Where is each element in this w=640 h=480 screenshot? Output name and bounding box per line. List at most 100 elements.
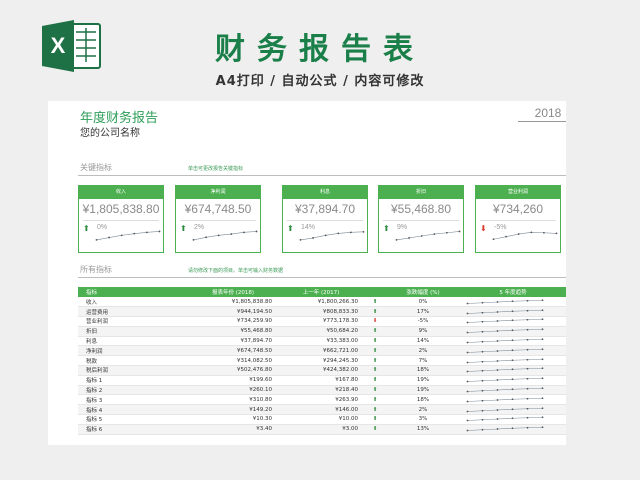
metric-name[interactable]: 折旧: [78, 326, 188, 337]
table-row[interactable]: 净利润 ¥674,748.50 ¥662,721.00 ⬆ 2%: [78, 345, 566, 357]
kpi-card[interactable]: 收入 ¥1,805,838.80 ⬆ 0%: [78, 185, 164, 253]
metric-name[interactable]: 指标 5: [78, 414, 188, 425]
previous-value[interactable]: ¥146.00: [278, 404, 364, 416]
table-row[interactable]: 指标 1 ¥199.60 ¥167.80 ⬆ 19%: [78, 375, 566, 386]
kpi-value: ¥734,260: [492, 202, 544, 216]
table-row[interactable]: 收入 ¥1,805,838.80 ¥1,800,266.30 ⬆ 0%: [78, 297, 566, 308]
current-value[interactable]: ¥502,476.80: [188, 365, 278, 376]
previous-value[interactable]: ¥808,833.30: [278, 306, 364, 318]
table-row[interactable]: 指标 4 ¥149.20 ¥146.00 ⬆ 2%: [78, 404, 566, 416]
sparkline-point: [496, 389, 499, 391]
table-row[interactable]: 指标 3 ¥310.80 ¥263.90 ⬆ 18%: [78, 394, 566, 406]
col-header-metric[interactable]: 指标: [78, 287, 188, 297]
company-name[interactable]: 您的公司名称: [80, 124, 140, 139]
current-value[interactable]: ¥37,894.70: [188, 336, 278, 347]
metric-name[interactable]: 指标 2: [78, 385, 188, 396]
metric-name[interactable]: 利息: [78, 336, 188, 347]
col-header-change[interactable]: 涨跌幅度 (%): [386, 287, 460, 297]
current-value[interactable]: ¥310.80: [188, 394, 278, 406]
metric-name[interactable]: 指标 4: [78, 404, 188, 416]
previous-value[interactable]: ¥294,245.30: [278, 355, 364, 367]
metric-name[interactable]: 运营费用: [78, 306, 188, 318]
previous-value[interactable]: ¥773,178.30: [278, 316, 364, 327]
sparkline-point: [543, 231, 545, 234]
kpi-card[interactable]: 净利润 ¥674,748.50 ⬆ 2%: [175, 185, 261, 253]
current-value[interactable]: ¥314,082.50: [188, 355, 278, 367]
metric-name[interactable]: 净利润: [78, 345, 188, 357]
table-row[interactable]: 折旧 ¥55,468.80 ¥50,684.20 ⬆ 9%: [78, 326, 566, 337]
sparkline-point: [133, 232, 136, 235]
sparkline-point: [466, 420, 469, 422]
previous-value[interactable]: ¥3.00: [278, 424, 364, 435]
sparkline-point: [496, 349, 499, 352]
previous-value[interactable]: ¥424,382.00: [278, 365, 364, 376]
current-value[interactable]: ¥674,748.50: [188, 345, 278, 357]
metric-name[interactable]: 指标 6: [78, 424, 188, 435]
table-row[interactable]: 运营费用 ¥944,194.50 ¥808,833.30 ⬆ 17%: [78, 306, 566, 318]
current-value[interactable]: ¥10.30: [188, 414, 278, 425]
previous-value[interactable]: ¥33,383.00: [278, 336, 364, 347]
arrow-up-icon: ⬆: [364, 394, 386, 406]
kpi-divider: [480, 220, 556, 221]
previous-value[interactable]: ¥1,800,266.30: [278, 297, 364, 308]
previous-value[interactable]: ¥662,721.00: [278, 345, 364, 357]
trend-cell: [460, 326, 566, 337]
table-row[interactable]: 营业利润 ¥734,259.90 ¥773,178.30 ⬇ -5%: [78, 316, 566, 327]
sparkline-point: [511, 349, 514, 352]
sparkline-point: [466, 322, 469, 324]
sparkline-point: [526, 368, 529, 371]
trend-sparkline: [466, 358, 544, 364]
sparkline-point: [541, 328, 544, 331]
previous-value[interactable]: ¥50,684.20: [278, 326, 364, 337]
metric-name[interactable]: 税款: [78, 355, 188, 367]
change-percent: 14%: [386, 336, 460, 347]
metric-name[interactable]: 指标 3: [78, 394, 188, 406]
sparkline-point: [496, 359, 499, 362]
metric-name[interactable]: 指标 1: [78, 375, 188, 386]
current-value[interactable]: ¥149.20: [188, 404, 278, 416]
sparkline-point: [496, 320, 499, 323]
trend-cell: [460, 297, 566, 308]
current-value[interactable]: ¥3.40: [188, 424, 278, 435]
metric-name[interactable]: 税后利润: [78, 365, 188, 376]
trend-cell: [460, 306, 566, 318]
kpi-card[interactable]: 利息 ¥37,894.70 ⬆ 14%: [282, 185, 368, 253]
sparkline-point: [496, 340, 499, 342]
previous-value[interactable]: ¥218.40: [278, 385, 364, 396]
arrow-up-icon: ⬆: [364, 297, 386, 308]
sparkline-point: [420, 235, 423, 237]
table-row[interactable]: 指标 6 ¥3.40 ¥3.00 ⬆ 13%: [78, 424, 566, 435]
sparkline-point: [324, 234, 327, 237]
table-row[interactable]: 税款 ¥314,082.50 ¥294,245.30 ⬆ 7%: [78, 355, 566, 367]
table-row[interactable]: 指标 5 ¥10.30 ¥10.00 ⬆ 3%: [78, 414, 566, 425]
col-header-current[interactable]: 报表年份 (2018): [188, 287, 278, 297]
previous-value[interactable]: ¥263.90: [278, 394, 364, 406]
current-value[interactable]: ¥734,259.90: [188, 316, 278, 327]
table-row[interactable]: 指标 2 ¥260.10 ¥218.40 ⬆ 19%: [78, 385, 566, 396]
sparkline-point: [511, 359, 514, 361]
kpi-card[interactable]: 营业利润 ¥734,260 ⬇ -5%: [475, 185, 561, 253]
metric-name[interactable]: 收入: [78, 297, 188, 308]
current-value[interactable]: ¥944,194.50: [188, 306, 278, 318]
sparkline-line: [467, 309, 543, 314]
metric-name[interactable]: 营业利润: [78, 316, 188, 327]
kpi-card[interactable]: 折旧 ¥55,468.80 ⬆ 9%: [378, 185, 464, 253]
previous-value[interactable]: ¥167.80: [278, 375, 364, 386]
sparkline-point: [255, 230, 258, 233]
sparkline-point: [511, 398, 514, 401]
current-value[interactable]: ¥199.60: [188, 375, 278, 386]
col-header-previous[interactable]: 上一年 (2017): [278, 287, 364, 297]
current-value[interactable]: ¥1,805,838.80: [188, 297, 278, 308]
kpi-sparkline: [492, 231, 558, 241]
sparkline-point: [362, 230, 365, 233]
sparkline-point: [541, 416, 544, 419]
report-year[interactable]: 2018: [518, 106, 566, 120]
trend-cell: [460, 365, 566, 376]
current-value[interactable]: ¥55,468.80: [188, 326, 278, 337]
previous-value[interactable]: ¥10.00: [278, 414, 364, 425]
col-header-trend[interactable]: 5 年度趋势: [460, 287, 566, 297]
current-value[interactable]: ¥260.10: [188, 385, 278, 396]
trend-cell: [460, 336, 566, 347]
table-row[interactable]: 利息 ¥37,894.70 ¥33,383.00 ⬆ 14%: [78, 336, 566, 347]
table-row[interactable]: 税后利润 ¥502,476.80 ¥424,382.00 ⬆ 18%: [78, 365, 566, 376]
